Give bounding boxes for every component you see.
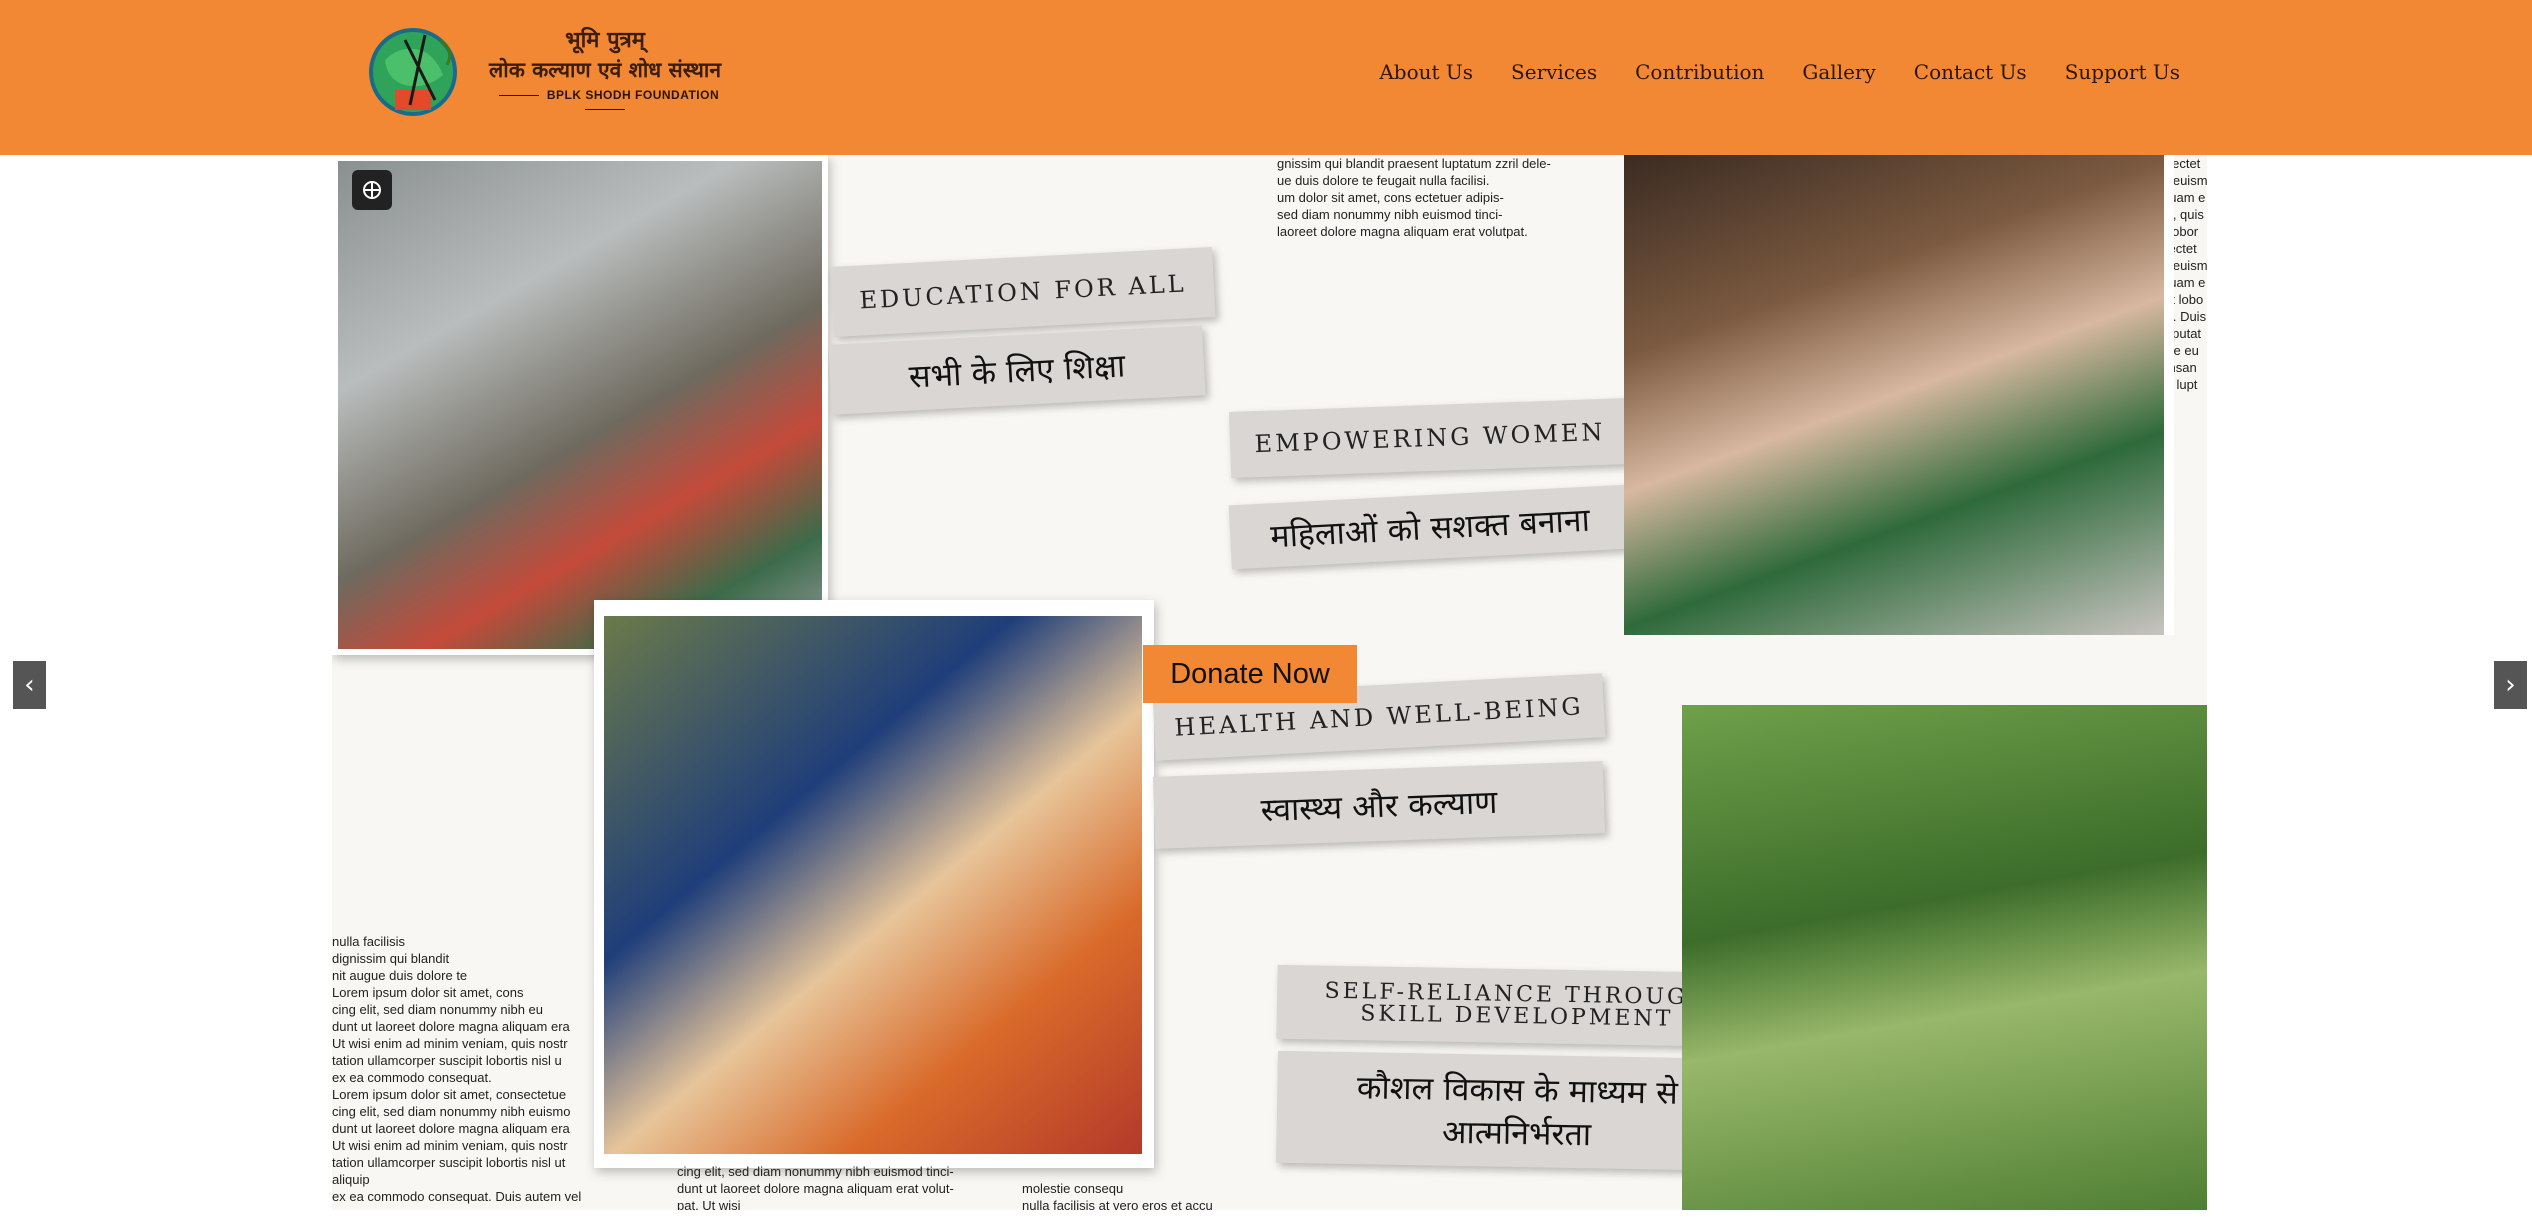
lorem-text-bottom: cing elit, sed diam nonummy nibh euismod… bbox=[677, 1164, 954, 1210]
nav-services[interactable]: Services bbox=[1511, 60, 1597, 84]
photo-women bbox=[1624, 155, 2174, 635]
nav-contribution[interactable]: Contribution bbox=[1635, 60, 1764, 84]
photo-skill bbox=[1682, 705, 2207, 1210]
strip-women-hi: महिलाओं को सशक्त बनाना bbox=[1228, 484, 1632, 570]
slider-prev-button[interactable]: ‹ bbox=[13, 661, 46, 709]
logo-title-line1: भूमि पुत्रम् bbox=[565, 28, 645, 53]
lorem-text-left: nulla facilisis dignissim qui blandit ni… bbox=[332, 934, 582, 1210]
slider-next-button[interactable]: › bbox=[2494, 661, 2527, 709]
logo[interactable]: भूमि पुत्रम् लोक कल्याण एवं शोध संस्थान … bbox=[365, 18, 745, 128]
logo-title-line2: लोक कल्याण एवं शोध संस्थान bbox=[489, 58, 721, 82]
donate-button[interactable]: Donate Now bbox=[1143, 645, 1357, 703]
photo-education bbox=[332, 155, 828, 655]
main-nav: About Us Services Contribution Gallery C… bbox=[1379, 60, 2180, 84]
nav-contact-us[interactable]: Contact Us bbox=[1914, 60, 2027, 84]
globe-icon bbox=[363, 181, 381, 199]
chevron-right-icon: › bbox=[2505, 670, 2516, 700]
lorem-text-top: gnissim qui blandit praesent luptatum zz… bbox=[1277, 156, 1551, 239]
site-header: भूमि पुत्रम् लोक कल्याण एवं शोध संस्थान … bbox=[0, 0, 2532, 155]
nav-about-us[interactable]: About Us bbox=[1379, 60, 1473, 84]
strip-health-hi: स्वास्थ्य और कल्याण bbox=[1152, 761, 1606, 849]
strip-education-hi: सभी के लिए शिक्षा bbox=[828, 325, 1206, 415]
logo-subtitle: BPLK SHODH FOUNDATION bbox=[470, 88, 740, 116]
lorem-text-bottom2: molestie consequ nulla facilisis at vero… bbox=[1022, 1181, 1213, 1210]
photo-health bbox=[594, 600, 1154, 1168]
accessibility-widget-icon[interactable] bbox=[352, 170, 392, 210]
nav-gallery[interactable]: Gallery bbox=[1802, 60, 1875, 84]
strip-education-en: EDUCATION FOR ALL bbox=[830, 247, 1216, 337]
strip-women-en: EMPOWERING WOMEN bbox=[1228, 398, 1632, 478]
globe-emblem-icon bbox=[369, 28, 457, 116]
nav-support-us[interactable]: Support Us bbox=[2065, 60, 2180, 84]
chevron-left-icon: ‹ bbox=[24, 670, 35, 700]
